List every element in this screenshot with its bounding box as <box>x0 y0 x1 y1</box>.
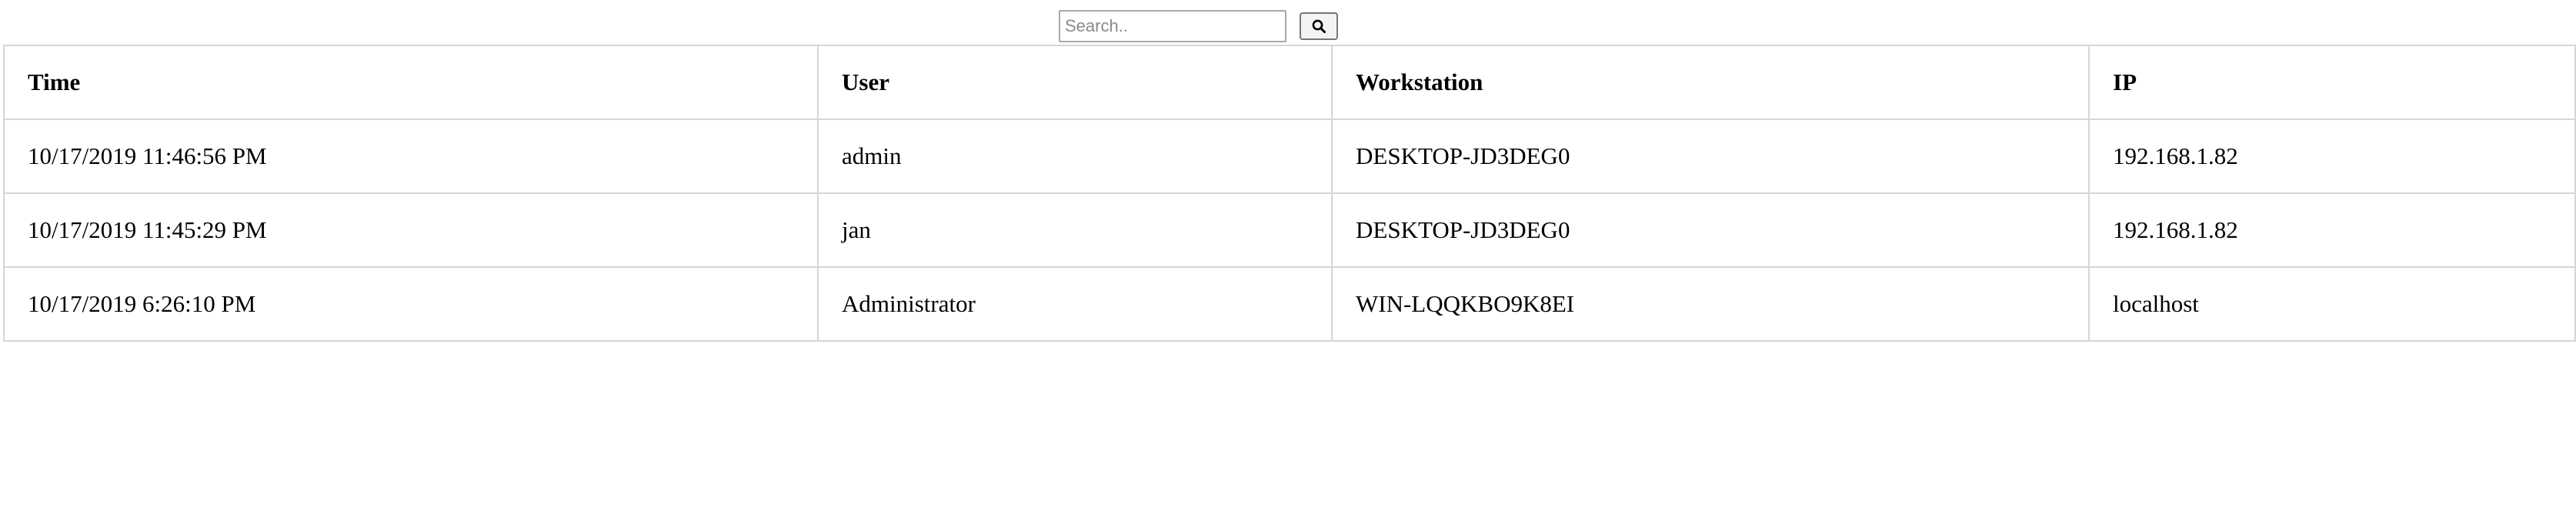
cell-ip: localhost <box>2088 266 2576 342</box>
table-row: 10/17/2019 6:26:10 PM Administrator WIN-… <box>3 266 2576 342</box>
cell-time: 10/17/2019 11:45:29 PM <box>3 192 819 268</box>
cell-time: 10/17/2019 6:26:10 PM <box>3 266 819 342</box>
cell-user: jan <box>817 192 1333 268</box>
cell-workstation: DESKTOP-JD3DEG0 <box>1331 119 2090 194</box>
table-row: 10/17/2019 11:45:29 PM jan DESKTOP-JD3DE… <box>3 192 2576 268</box>
column-header-time[interactable]: Time <box>3 45 819 120</box>
cell-workstation: WIN-LQQKBO9K8EI <box>1331 266 2090 342</box>
table-row: 10/17/2019 11:46:56 PM admin DESKTOP-JD3… <box>3 119 2576 194</box>
table-header-row: Time User Workstation IP <box>3 45 2576 120</box>
column-header-workstation[interactable]: Workstation <box>1331 45 2090 120</box>
search-button[interactable] <box>1300 12 1338 40</box>
cell-workstation: DESKTOP-JD3DEG0 <box>1331 192 2090 268</box>
column-header-ip[interactable]: IP <box>2088 45 2576 120</box>
cell-ip: 192.168.1.82 <box>2088 192 2576 268</box>
cell-user: admin <box>817 119 1333 194</box>
search-bar <box>1059 10 1338 42</box>
cell-ip: 192.168.1.82 <box>2088 119 2576 194</box>
login-table: Time User Workstation IP 10/17/2019 11:4… <box>3 45 2576 342</box>
search-icon <box>1311 18 1326 34</box>
search-input[interactable] <box>1059 10 1286 42</box>
column-header-user[interactable]: User <box>817 45 1333 120</box>
cell-user: Administrator <box>817 266 1333 342</box>
cell-time: 10/17/2019 11:46:56 PM <box>3 119 819 194</box>
